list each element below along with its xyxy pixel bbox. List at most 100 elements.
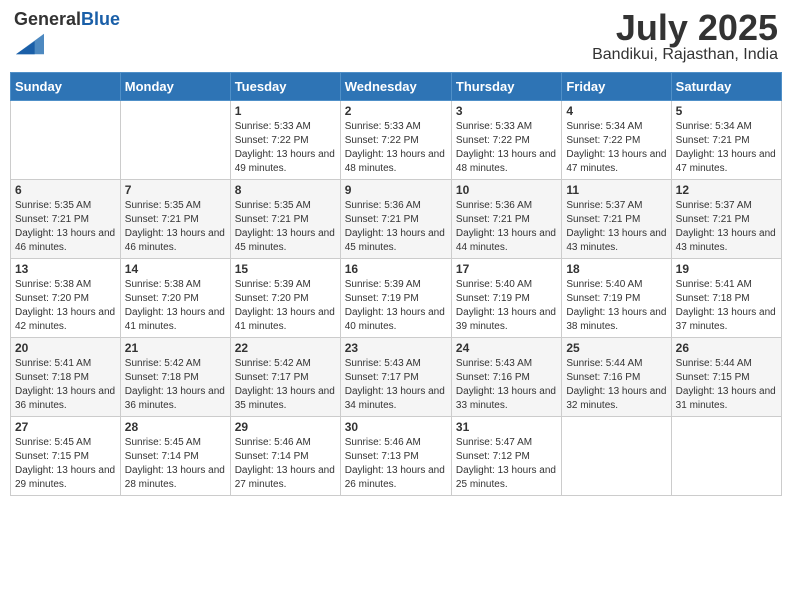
day-info: Sunrise: 5:33 AM Sunset: 7:22 PM Dayligh… [235, 120, 336, 176]
day-number: 22 [235, 341, 336, 355]
day-number: 23 [345, 341, 447, 355]
day-cell: 5 Sunrise: 5:34 AM Sunset: 7:21 PM Daylig… [671, 101, 781, 180]
day-number: 28 [125, 420, 226, 434]
day-cell: 31Sunrise: 5:47 AM Sunset: 7:12 PM Dayli… [451, 417, 561, 496]
col-header-sunday: Sunday [11, 73, 121, 101]
day-info: Sunrise: 5:45 AM Sunset: 7:14 PM Dayligh… [125, 436, 226, 492]
day-cell: 11 Sunrise: 5:37 AM Sunset: 7:21 PM Dayli… [562, 180, 671, 259]
week-row-3: 13 Sunrise: 5:38 AM Sunset: 7:20 PM Dayli… [11, 259, 782, 338]
day-cell: 28 Sunrise: 5:45 AM Sunset: 7:14 PM Dayli… [120, 417, 230, 496]
day-cell: 3 Sunrise: 5:33 AM Sunset: 7:22 PM Daylig… [451, 101, 561, 180]
day-number: 9 [345, 183, 447, 197]
day-cell: 9 Sunrise: 5:36 AM Sunset: 7:21 PM Daylig… [340, 180, 451, 259]
day-info: Sunrise: 5:41 AM Sunset: 7:18 PM Dayligh… [15, 357, 116, 413]
day-cell: 7 Sunrise: 5:35 AM Sunset: 7:21 PM Daylig… [120, 180, 230, 259]
day-info: Sunrise: 5:36 AM Sunset: 7:21 PM Dayligh… [456, 199, 557, 255]
day-number: 11 [566, 183, 666, 197]
day-cell: 22Sunrise: 5:42 AM Sunset: 7:17 PM Dayli… [230, 338, 340, 417]
week-row-4: 20 Sunrise: 5:41 AM Sunset: 7:18 PM Dayli… [11, 338, 782, 417]
day-info: Sunrise: 5:34 AM Sunset: 7:22 PM Dayligh… [566, 120, 666, 176]
day-info: Sunrise: 5:37 AM Sunset: 7:21 PM Dayligh… [676, 199, 777, 255]
day-cell: 20 Sunrise: 5:41 AM Sunset: 7:18 PM Dayli… [11, 338, 121, 417]
page-header: GeneralBlue July 2025 Bandikui, Rajastha… [10, 10, 782, 64]
day-number: 17 [456, 262, 557, 276]
col-header-tuesday: Tuesday [230, 73, 340, 101]
day-info: Sunrise: 5:35 AM Sunset: 7:21 PM Dayligh… [235, 199, 336, 255]
col-header-monday: Monday [120, 73, 230, 101]
day-cell: 16 Sunrise: 5:39 AM Sunset: 7:19 PM Dayli… [340, 259, 451, 338]
col-header-saturday: Saturday [671, 73, 781, 101]
day-cell: 1 Sunrise: 5:33 AM Sunset: 7:22 PM Daylig… [230, 101, 340, 180]
day-cell: 18 Sunrise: 5:40 AM Sunset: 7:19 PM Dayli… [562, 259, 671, 338]
day-cell: 21Sunrise: 5:42 AM Sunset: 7:18 PM Dayli… [120, 338, 230, 417]
week-row-5: 27 Sunrise: 5:45 AM Sunset: 7:15 PM Dayli… [11, 417, 782, 496]
day-number: 1 [235, 104, 336, 118]
day-info: Sunrise: 5:40 AM Sunset: 7:19 PM Dayligh… [456, 278, 557, 334]
day-info: Sunrise: 5:38 AM Sunset: 7:20 PM Dayligh… [125, 278, 226, 334]
day-info: Sunrise: 5:37 AM Sunset: 7:21 PM Dayligh… [566, 199, 666, 255]
logo-blue-text: Blue [81, 9, 120, 29]
day-info: Sunrise: 5:36 AM Sunset: 7:21 PM Dayligh… [345, 199, 447, 255]
day-info: Sunrise: 5:33 AM Sunset: 7:22 PM Dayligh… [456, 120, 557, 176]
day-cell [671, 417, 781, 496]
day-cell: 15Sunrise: 5:39 AM Sunset: 7:20 PM Dayli… [230, 259, 340, 338]
day-cell: 23 Sunrise: 5:43 AM Sunset: 7:17 PM Dayli… [340, 338, 451, 417]
col-header-wednesday: Wednesday [340, 73, 451, 101]
logo-icon [16, 30, 44, 58]
day-number: 5 [676, 104, 777, 118]
day-cell: 27 Sunrise: 5:45 AM Sunset: 7:15 PM Dayli… [11, 417, 121, 496]
day-number: 20 [15, 341, 116, 355]
day-info: Sunrise: 5:35 AM Sunset: 7:21 PM Dayligh… [125, 199, 226, 255]
day-info: Sunrise: 5:38 AM Sunset: 7:20 PM Dayligh… [15, 278, 116, 334]
day-cell [562, 417, 671, 496]
day-cell: 29 Sunrise: 5:46 AM Sunset: 7:14 PM Dayli… [230, 417, 340, 496]
day-number: 29 [235, 420, 336, 434]
day-number: 4 [566, 104, 666, 118]
day-info: Sunrise: 5:40 AM Sunset: 7:19 PM Dayligh… [566, 278, 666, 334]
day-number: 18 [566, 262, 666, 276]
col-header-thursday: Thursday [451, 73, 561, 101]
day-info: Sunrise: 5:46 AM Sunset: 7:14 PM Dayligh… [235, 436, 336, 492]
col-header-friday: Friday [562, 73, 671, 101]
day-number: 13 [15, 262, 116, 276]
day-number: 26 [676, 341, 777, 355]
day-info: Sunrise: 5:41 AM Sunset: 7:18 PM Dayligh… [676, 278, 777, 334]
day-number: 24 [456, 341, 557, 355]
day-info: Sunrise: 5:34 AM Sunset: 7:21 PM Dayligh… [676, 120, 777, 176]
day-cell: 10 Sunrise: 5:36 AM Sunset: 7:21 PM Dayli… [451, 180, 561, 259]
day-number: 10 [456, 183, 557, 197]
day-number: 21 [125, 341, 226, 355]
day-number: 27 [15, 420, 116, 434]
title-block: July 2025 Bandikui, Rajasthan, India [592, 10, 778, 64]
day-info: Sunrise: 5:33 AM Sunset: 7:22 PM Dayligh… [345, 120, 447, 176]
day-cell: 12 Sunrise: 5:37 AM Sunset: 7:21 PM Dayli… [671, 180, 781, 259]
month-title: July 2025 [592, 10, 778, 46]
day-info: Sunrise: 5:46 AM Sunset: 7:13 PM Dayligh… [345, 436, 447, 492]
day-number: 25 [566, 341, 666, 355]
day-cell: 24 Sunrise: 5:43 AM Sunset: 7:16 PM Dayli… [451, 338, 561, 417]
day-number: 2 [345, 104, 447, 118]
day-info: Sunrise: 5:43 AM Sunset: 7:16 PM Dayligh… [456, 357, 557, 413]
day-number: 16 [345, 262, 447, 276]
day-number: 8 [235, 183, 336, 197]
day-info: Sunrise: 5:39 AM Sunset: 7:19 PM Dayligh… [345, 278, 447, 334]
day-info: Sunrise: 5:45 AM Sunset: 7:15 PM Dayligh… [15, 436, 116, 492]
day-info: Sunrise: 5:44 AM Sunset: 7:16 PM Dayligh… [566, 357, 666, 413]
day-info: Sunrise: 5:47 AM Sunset: 7:12 PM Dayligh… [456, 436, 557, 492]
day-number: 6 [15, 183, 116, 197]
day-number: 3 [456, 104, 557, 118]
logo: GeneralBlue [14, 10, 120, 63]
day-cell: 4 Sunrise: 5:34 AM Sunset: 7:22 PM Daylig… [562, 101, 671, 180]
day-number: 12 [676, 183, 777, 197]
day-number: 14 [125, 262, 226, 276]
day-info: Sunrise: 5:35 AM Sunset: 7:21 PM Dayligh… [15, 199, 116, 255]
day-cell: 14 Sunrise: 5:38 AM Sunset: 7:20 PM Dayli… [120, 259, 230, 338]
day-cell: 25 Sunrise: 5:44 AM Sunset: 7:16 PM Dayli… [562, 338, 671, 417]
day-cell: 26Sunrise: 5:44 AM Sunset: 7:15 PM Dayli… [671, 338, 781, 417]
day-number: 7 [125, 183, 226, 197]
day-cell: 13 Sunrise: 5:38 AM Sunset: 7:20 PM Dayli… [11, 259, 121, 338]
calendar-table: SundayMondayTuesdayWednesdayThursdayFrid… [10, 72, 782, 496]
day-info: Sunrise: 5:43 AM Sunset: 7:17 PM Dayligh… [345, 357, 447, 413]
calendar-header-row: SundayMondayTuesdayWednesdayThursdayFrid… [11, 73, 782, 101]
logo-general-text: General [14, 9, 81, 29]
